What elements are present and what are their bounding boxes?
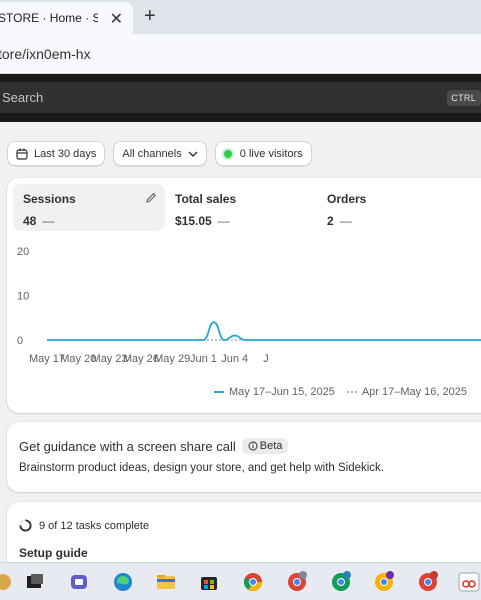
metric-value: $15.05 — — [175, 214, 307, 228]
x-tick-label: J — [263, 353, 269, 365]
metrics-row: Sessions 48— Total sales $15.05— Orders … — [13, 184, 469, 231]
teams-icon[interactable] — [68, 571, 90, 593]
metric-label: Sessions — [23, 192, 157, 207]
legend-label-current: May 17–Jun 15, 2025 — [229, 386, 335, 398]
metric-label: Total sales — [175, 192, 237, 206]
x-tick-label: Jun 4 — [221, 353, 248, 365]
metric-value: 2— — [327, 214, 459, 228]
y-tick-label: 20 — [17, 246, 29, 258]
setup-guide-title[interactable]: Setup guide — [19, 546, 88, 560]
x-tick-label: May 29 — [154, 353, 190, 365]
legend-swatch-previous — [346, 391, 357, 393]
metric-label-text: Sessions — [23, 192, 76, 206]
metric-value-text: 48 — [23, 214, 37, 228]
chrome-profile-s-icon[interactable] — [330, 571, 352, 593]
metric-orders[interactable]: Orders 2— — [317, 184, 469, 231]
live-visitors-label: 0 live visitors — [239, 147, 303, 160]
series-line-current — [47, 321, 481, 341]
analytics-card: Sessions 48— Total sales $15.05— Orders … — [7, 178, 481, 413]
channels-dropdown[interactable]: All channels — [113, 141, 207, 166]
guidance-card[interactable]: Get guidance with a screen share call Be… — [7, 422, 481, 492]
shortcut-key-badge: CTRL — [447, 90, 481, 106]
browser-tab[interactable]: STORE · Home · Shop ✕ — [0, 2, 133, 34]
legend-item-previous: Apr 17–May 16, 2025 — [346, 386, 467, 398]
file-explorer-icon[interactable] — [155, 571, 177, 593]
filter-bar: Last 30 days All channels 0 live visitor… — [7, 141, 312, 166]
metric-value-text: 2 — [327, 214, 334, 228]
admin-top-strip — [0, 74, 481, 82]
date-range-label: Last 30 days — [34, 147, 97, 160]
chrome-icon[interactable] — [242, 571, 264, 593]
chevron-down-icon — [188, 151, 198, 157]
guidance-title: Get guidance with a screen share call — [19, 438, 236, 454]
metric-trend: — — [339, 214, 352, 228]
beta-badge: Beta — [241, 438, 289, 454]
metric-sessions[interactable]: Sessions 48 — — [13, 184, 165, 231]
chart-legend: May 17–Jun 15, 2025 Apr 17–May 16, 2025 — [214, 386, 479, 398]
channels-label: All channels — [122, 147, 182, 160]
y-tick-label: 0 — [17, 335, 23, 347]
metric-value: 48 — — [23, 214, 155, 228]
date-range-button[interactable]: Last 30 days — [7, 141, 106, 166]
legend-item-current: May 17–Jun 15, 2025 — [214, 386, 335, 398]
legend-label-previous: Apr 17–May 16, 2025 — [361, 386, 467, 398]
info-icon — [248, 441, 258, 451]
x-tick-label: Jun 1 — [190, 353, 217, 365]
windows-taskbar — [0, 562, 481, 600]
live-visitors-button[interactable]: 0 live visitors — [214, 141, 312, 166]
address-text: tore/ixn0em-hx — [0, 45, 91, 62]
chrome-profile-p-icon[interactable] — [286, 571, 308, 593]
beta-label: Beta — [259, 440, 283, 452]
edge-icon[interactable] — [112, 571, 134, 593]
metric-label: Orders — [327, 192, 367, 206]
legend-swatch-current — [214, 391, 224, 393]
progress-ring-icon — [19, 519, 32, 532]
close-icon[interactable]: ✕ — [110, 9, 123, 29]
live-status-dot-icon — [223, 149, 232, 158]
new-tab-icon[interactable]: + — [144, 5, 156, 28]
snipping-tool-icon[interactable] — [458, 571, 480, 593]
guidance-title-row: Get guidance with a screen share call Be… — [19, 438, 289, 454]
browser-tab-bar: STORE · Home · Shop ✕ + — [0, 0, 481, 34]
task-view-icon[interactable] — [24, 571, 46, 593]
guidance-description: Brainstorm product ideas, design your st… — [19, 462, 384, 474]
metric-trend: — — [42, 214, 55, 228]
sessions-chart: 20100May 17May 20May 23May 26May 29 Jun 1… — [17, 246, 481, 365]
chrome-profile-p2-icon[interactable] — [373, 571, 395, 593]
chrome-profile-g-icon[interactable] — [417, 571, 439, 593]
search-input[interactable]: Search CTRL — [0, 82, 481, 113]
store-icon[interactable] — [198, 571, 220, 593]
tasks-progress: 9 of 12 tasks complete — [19, 519, 149, 532]
calendar-icon — [16, 148, 28, 160]
search-placeholder: Search — [2, 90, 44, 105]
metric-trend: — — [217, 214, 230, 228]
address-bar[interactable]: tore/ixn0em-hx — [0, 34, 481, 74]
admin-header: Search CTRL — [0, 82, 481, 122]
explorer-icon[interactable] — [0, 571, 14, 593]
home-main: Last 30 days All channels 0 live visitor… — [0, 122, 481, 582]
metric-value-text: $15.05 — [175, 214, 212, 228]
tasks-status-text: 9 of 12 tasks complete — [39, 519, 150, 532]
y-tick-label: 10 — [17, 291, 29, 303]
tab-title: STORE · Home · Shop — [0, 11, 98, 25]
metric-total-sales[interactable]: Total sales $15.05 — — [165, 184, 317, 231]
pencil-icon[interactable] — [145, 192, 157, 207]
